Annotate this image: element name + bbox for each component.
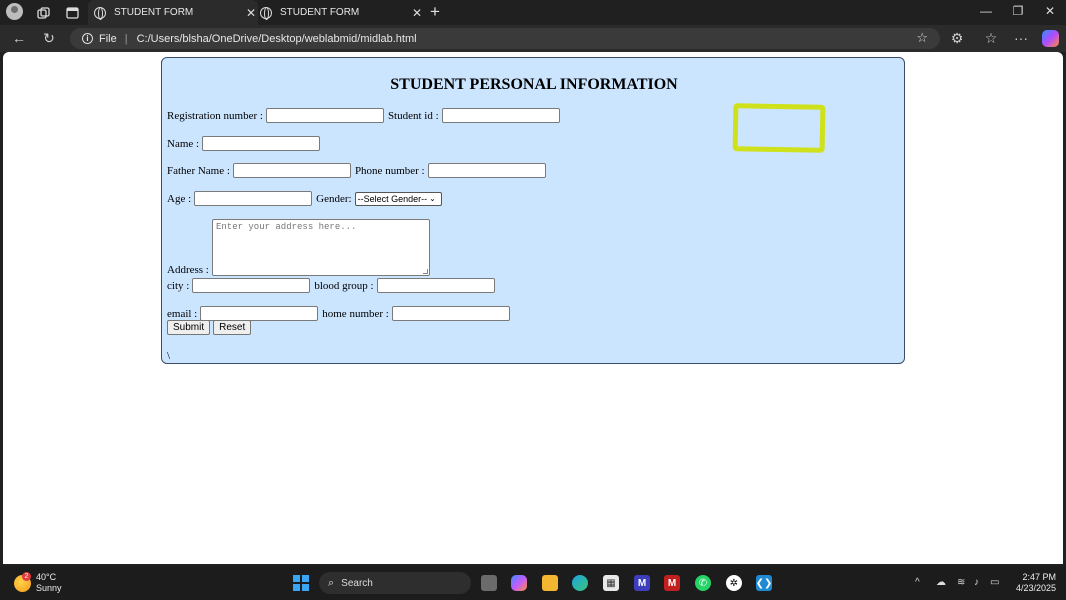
new-tab-icon[interactable]: + xyxy=(430,2,440,22)
clock-date: 4/23/2025 xyxy=(1015,583,1056,593)
tab-student-form-1[interactable]: STUDENT FORM ✕ xyxy=(88,0,258,25)
copilot-app-icon[interactable] xyxy=(511,575,527,591)
row-age-gender: Age : Gender: --Select Gender-- ⌄ xyxy=(167,191,442,206)
reset-button[interactable]: Reset xyxy=(213,320,252,335)
chevron-down-icon: ⌄ xyxy=(429,194,436,203)
gender-selected-value: --Select Gender-- xyxy=(357,193,428,204)
favorite-star-icon[interactable]: ☆ xyxy=(916,30,928,46)
edge-browser-icon[interactable] xyxy=(572,575,588,591)
more-menu-icon[interactable]: ··· xyxy=(1012,30,1030,46)
chatgpt-icon[interactable]: ✲ xyxy=(726,575,742,591)
globe-icon xyxy=(260,6,272,20)
name-input[interactable] xyxy=(202,136,321,151)
name-label: Name : xyxy=(167,137,200,150)
home-number-input[interactable] xyxy=(391,306,510,321)
extensions-icon[interactable]: ⚙ xyxy=(948,30,966,47)
registration-label: Registration number : xyxy=(167,109,263,122)
scheme-label: File xyxy=(99,32,117,45)
info-icon[interactable]: i xyxy=(82,33,93,44)
father-name-input[interactable] xyxy=(232,163,351,178)
address-placeholder: Enter your address here... xyxy=(216,222,357,232)
student-id-input[interactable] xyxy=(441,108,560,123)
refresh-icon[interactable]: ↻ xyxy=(40,30,58,47)
city-input[interactable] xyxy=(192,278,311,293)
start-icon[interactable] xyxy=(293,575,309,591)
workspaces-icon[interactable] xyxy=(34,4,52,22)
tab-label: STUDENT FORM xyxy=(114,7,194,18)
taskbar-search[interactable]: ⌕ Search xyxy=(319,572,471,594)
highlight-annotation xyxy=(732,103,826,153)
globe-icon xyxy=(94,6,106,20)
row-name: Name : xyxy=(167,136,324,151)
url-text[interactable]: C:/Users/blsha/OneDrive/Desktop/weblabmi… xyxy=(137,33,417,45)
father-name-label: Father Name : xyxy=(167,164,230,177)
city-label: city : xyxy=(167,279,190,292)
tab-label: STUDENT FORM xyxy=(280,7,360,18)
row-city-blood: city : blood group : xyxy=(167,278,499,293)
page-viewport: STUDENT PERSONAL INFORMATION Registratio… xyxy=(3,52,1063,564)
browser-toolbar: ← ↻ i File | C:/Users/blsha/OneDrive/Des… xyxy=(0,25,1066,52)
blood-group-label: blood group : xyxy=(314,279,374,292)
onenote-icon[interactable]: M xyxy=(634,575,650,591)
store-icon[interactable]: ▦ xyxy=(603,575,619,591)
weather-temp: 40°C xyxy=(36,572,57,582)
row-address: Address : xyxy=(167,264,212,276)
gender-label: Gender: xyxy=(316,192,352,205)
minimize-icon[interactable]: — xyxy=(979,4,993,18)
weather-widget[interactable]: 2 40°C Sunny xyxy=(14,571,62,594)
row-father-phone: Father Name : Phone number : xyxy=(167,163,550,178)
tab-actions-icon[interactable] xyxy=(63,4,81,22)
volume-icon[interactable]: ♪ xyxy=(974,577,979,588)
phone-input[interactable] xyxy=(427,163,546,178)
close-window-icon[interactable]: ✕ xyxy=(1043,4,1057,18)
weather-condition: Sunny xyxy=(36,583,62,593)
tab-student-form-2[interactable]: STUDENT FORM ✕ xyxy=(254,0,424,25)
stray-text: \ xyxy=(167,350,171,362)
mcafee-icon[interactable]: M xyxy=(664,575,680,591)
copilot-icon[interactable] xyxy=(1042,30,1059,47)
file-explorer-icon[interactable] xyxy=(542,575,558,591)
search-label: Search xyxy=(341,577,373,589)
submit-button[interactable]: Submit xyxy=(167,320,211,335)
windows-taskbar: 2 40°C Sunny ⌕ Search ▦ M M ✆ ✲ ❮❯ ^ ☁ ≋… xyxy=(0,566,1066,600)
student-id-label: Student id : xyxy=(387,109,439,122)
row-registration: Registration number : Student id : xyxy=(167,108,564,123)
browser-titlebar: STUDENT FORM ✕ STUDENT FORM ✕ + — ❐ ✕ xyxy=(0,0,1066,25)
address-label: Address : xyxy=(167,264,209,276)
tray-overflow-icon[interactable]: ^ xyxy=(915,577,920,588)
wifi-icon[interactable]: ≋ xyxy=(957,577,965,588)
gender-select[interactable]: --Select Gender-- ⌄ xyxy=(354,191,442,206)
favorites-icon[interactable]: ☆ xyxy=(982,30,1000,47)
email-label: email : xyxy=(167,307,198,320)
age-label: Age : xyxy=(167,192,192,205)
row-buttons: Submit Reset xyxy=(167,320,254,335)
back-icon[interactable]: ← xyxy=(10,30,28,46)
address-bar[interactable]: i File | C:/Users/blsha/OneDrive/Desktop… xyxy=(70,28,940,49)
battery-icon[interactable]: ▭ xyxy=(990,577,999,588)
whatsapp-icon[interactable]: ✆ xyxy=(695,575,711,591)
phone-label: Phone number : xyxy=(354,164,425,177)
resize-handle-icon[interactable] xyxy=(423,269,428,274)
sun-icon: 2 xyxy=(14,571,31,592)
form-title: STUDENT PERSONAL INFORMATION xyxy=(390,76,678,93)
blood-group-input[interactable] xyxy=(376,278,495,293)
system-clock[interactable]: 2:47 PM 4/23/2025 xyxy=(1012,572,1056,594)
student-form: STUDENT PERSONAL INFORMATION Registratio… xyxy=(161,57,905,364)
home-number-label: home number : xyxy=(322,307,389,320)
row-email-home: email : home number : xyxy=(167,306,514,321)
close-tab-icon[interactable]: ✕ xyxy=(410,6,424,20)
registration-input[interactable] xyxy=(265,108,384,123)
task-view-icon[interactable] xyxy=(481,575,497,591)
profile-avatar-icon[interactable] xyxy=(6,3,23,20)
vscode-icon[interactable]: ❮❯ xyxy=(756,575,772,591)
clock-time: 2:47 PM xyxy=(1022,572,1056,582)
onedrive-icon[interactable]: ☁ xyxy=(936,577,946,588)
notification-badge: 2 xyxy=(22,571,31,581)
restore-icon[interactable]: ❐ xyxy=(1011,4,1025,18)
address-textarea[interactable]: Enter your address here... xyxy=(212,219,430,276)
age-input[interactable] xyxy=(194,191,313,206)
email-input[interactable] xyxy=(200,306,319,321)
address-separator: | xyxy=(124,32,128,45)
search-icon: ⌕ xyxy=(328,576,335,589)
